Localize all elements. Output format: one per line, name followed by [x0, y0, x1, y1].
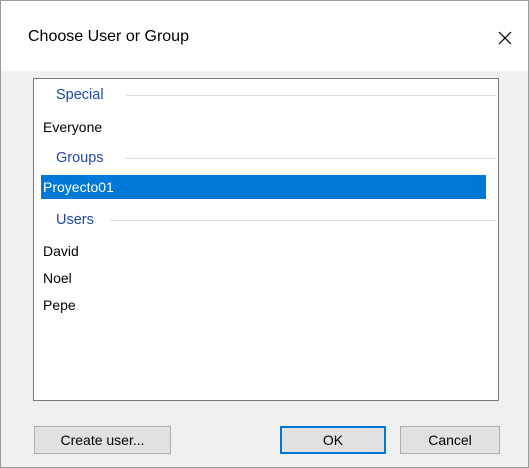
list-item-proyecto01[interactable]: Proyecto01 [41, 175, 486, 199]
list-item-pepe[interactable]: Pepe [41, 293, 486, 317]
list-item-everyone[interactable]: Everyone [41, 115, 486, 139]
group-header-divider [124, 158, 496, 159]
group-header-special: Special [34, 85, 500, 105]
choose-user-or-group-dialog: Choose User or Group Special Everyone Gr… [0, 0, 529, 468]
group-header-groups: Groups [34, 148, 500, 168]
group-header-label: Users [56, 210, 100, 230]
group-header-label: Groups [56, 148, 110, 168]
list-item-david[interactable]: David [41, 239, 486, 263]
group-header-divider [126, 95, 496, 96]
user-group-list[interactable]: Special Everyone Groups Proyecto01 Users… [33, 78, 499, 401]
cancel-button[interactable]: Cancel [400, 426, 500, 454]
list-item-noel[interactable]: Noel [41, 266, 486, 290]
close-icon [498, 31, 512, 45]
group-header-label: Special [56, 85, 110, 105]
group-header-divider [110, 220, 496, 221]
ok-button[interactable]: OK [280, 426, 386, 454]
group-header-users: Users [34, 210, 500, 230]
dialog-title: Choose User or Group [28, 28, 189, 45]
title-bar: Choose User or Group [1, 1, 528, 71]
close-button[interactable] [490, 23, 520, 53]
create-user-button[interactable]: Create user... [34, 426, 171, 454]
